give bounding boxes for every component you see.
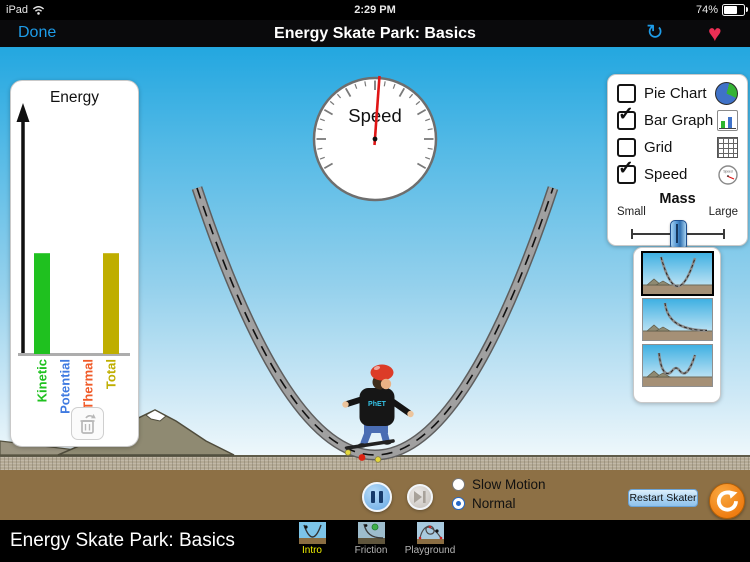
heart-icon[interactable]: ♥: [708, 20, 722, 47]
restart-skater-button[interactable]: Restart Skater: [628, 489, 698, 507]
speed-gauge: Speed: [312, 75, 438, 202]
energy-bar-kinetic: [34, 253, 50, 354]
tab-intro[interactable]: Intro: [291, 522, 333, 556]
friction-tab-icon: [357, 522, 385, 544]
mass-min-label: Small: [617, 206, 646, 218]
track-option-u-shaped[interactable]: [640, 251, 714, 296]
energy-bar-total: [103, 253, 119, 354]
tab-playground[interactable]: Playground: [402, 522, 458, 556]
pie-chart-checkbox[interactable]: ✓: [617, 84, 636, 103]
slow-motion-radio[interactable]: Slow Motion: [452, 477, 546, 492]
slow-motion-radio-circle[interactable]: [452, 478, 465, 491]
mass-slider-handle[interactable]: [670, 220, 687, 250]
sim-title: Energy Skate Park: Basics: [10, 530, 235, 551]
energy-chart: Kinetic Potential Thermal Total: [16, 103, 130, 414]
grid-label: Grid: [644, 139, 673, 156]
sim-bottom-bar: Energy Skate Park: Basics Intro Friction: [0, 520, 750, 562]
speed-checkbox[interactable]: ✓: [617, 158, 636, 184]
track-option-double-well[interactable]: [641, 344, 713, 387]
ios-nav-bar: Done Energy Skate Park: Basics ↻ ♥: [0, 20, 750, 47]
grid-icon: [717, 137, 738, 158]
mass-max-label: Large: [708, 206, 738, 218]
pie-chart-icon: [715, 82, 738, 105]
checkbox-row-bar-graph[interactable]: ✓ Bar Graph: [608, 104, 747, 134]
battery-percent: 74%: [695, 4, 718, 16]
bar-graph-label: Bar Graph: [644, 112, 714, 129]
screen: iPad 2:29 PM 74% Done Energy Skate Park:…: [0, 0, 750, 562]
clear-thermal-button[interactable]: [71, 407, 104, 440]
bar-graph-icon: [717, 110, 738, 131]
energy-bar-label-kinetic: Kinetic: [35, 359, 50, 402]
normal-radio-circle[interactable]: [452, 497, 465, 510]
tab-friction[interactable]: Friction: [348, 522, 394, 556]
speedometer-icon: Speed: [718, 164, 738, 185]
pause-icon: [371, 491, 375, 503]
track-selector-panel: [633, 247, 721, 403]
intro-tab-label: Intro: [301, 545, 322, 556]
energy-bar-graph-panel: Energy Kinetic Potential Thermal Total: [10, 80, 139, 447]
svg-text:Speed: Speed: [723, 169, 732, 173]
step-forward-icon: [414, 491, 426, 503]
clock: 2:29 PM: [354, 4, 396, 16]
intro-tab-icon: [298, 522, 326, 544]
checkbox-row-speed[interactable]: ✓ Speed Speed: [608, 158, 747, 188]
mass-label: Mass: [659, 191, 696, 207]
pie-chart-label: Pie Chart: [644, 85, 707, 102]
track-option-slope[interactable]: [641, 298, 713, 341]
ground-dirt: [0, 455, 750, 470]
energy-bar-label-potential: Potential: [58, 359, 73, 414]
view-options-panel: ✓ Pie Chart ✓ Bar Graph ✓ Grid ✓ Speed S…: [607, 74, 748, 250]
gauge-pivot: [372, 136, 378, 142]
battery-icon: [722, 4, 748, 16]
speed-label: Speed: [644, 166, 688, 183]
status-bar: iPad 2:29 PM 74%: [0, 0, 750, 20]
normal-radio[interactable]: Normal: [452, 496, 516, 511]
reset-all-button[interactable]: [709, 483, 745, 519]
energy-bar-label-total: Total: [104, 359, 119, 389]
slow-motion-label: Slow Motion: [472, 477, 546, 492]
step-forward-button[interactable]: [407, 484, 433, 510]
page-title: Energy Skate Park: Basics: [274, 25, 476, 42]
playground-tab-icon: [416, 522, 444, 544]
reset-all-icon: [716, 490, 738, 512]
friction-tab-label: Friction: [354, 545, 388, 556]
pause-button[interactable]: [362, 482, 392, 512]
energy-bar-label-thermal: Thermal: [81, 359, 96, 410]
refresh-icon[interactable]: ↻: [646, 20, 664, 45]
bar-graph-checkbox[interactable]: ✓: [617, 104, 636, 130]
grid-checkbox[interactable]: ✓: [617, 138, 636, 157]
energy-panel-title: Energy: [49, 89, 100, 106]
playground-tab-label: Playground: [404, 545, 456, 556]
trash-restore-icon: [80, 413, 96, 434]
normal-label: Normal: [472, 496, 516, 511]
